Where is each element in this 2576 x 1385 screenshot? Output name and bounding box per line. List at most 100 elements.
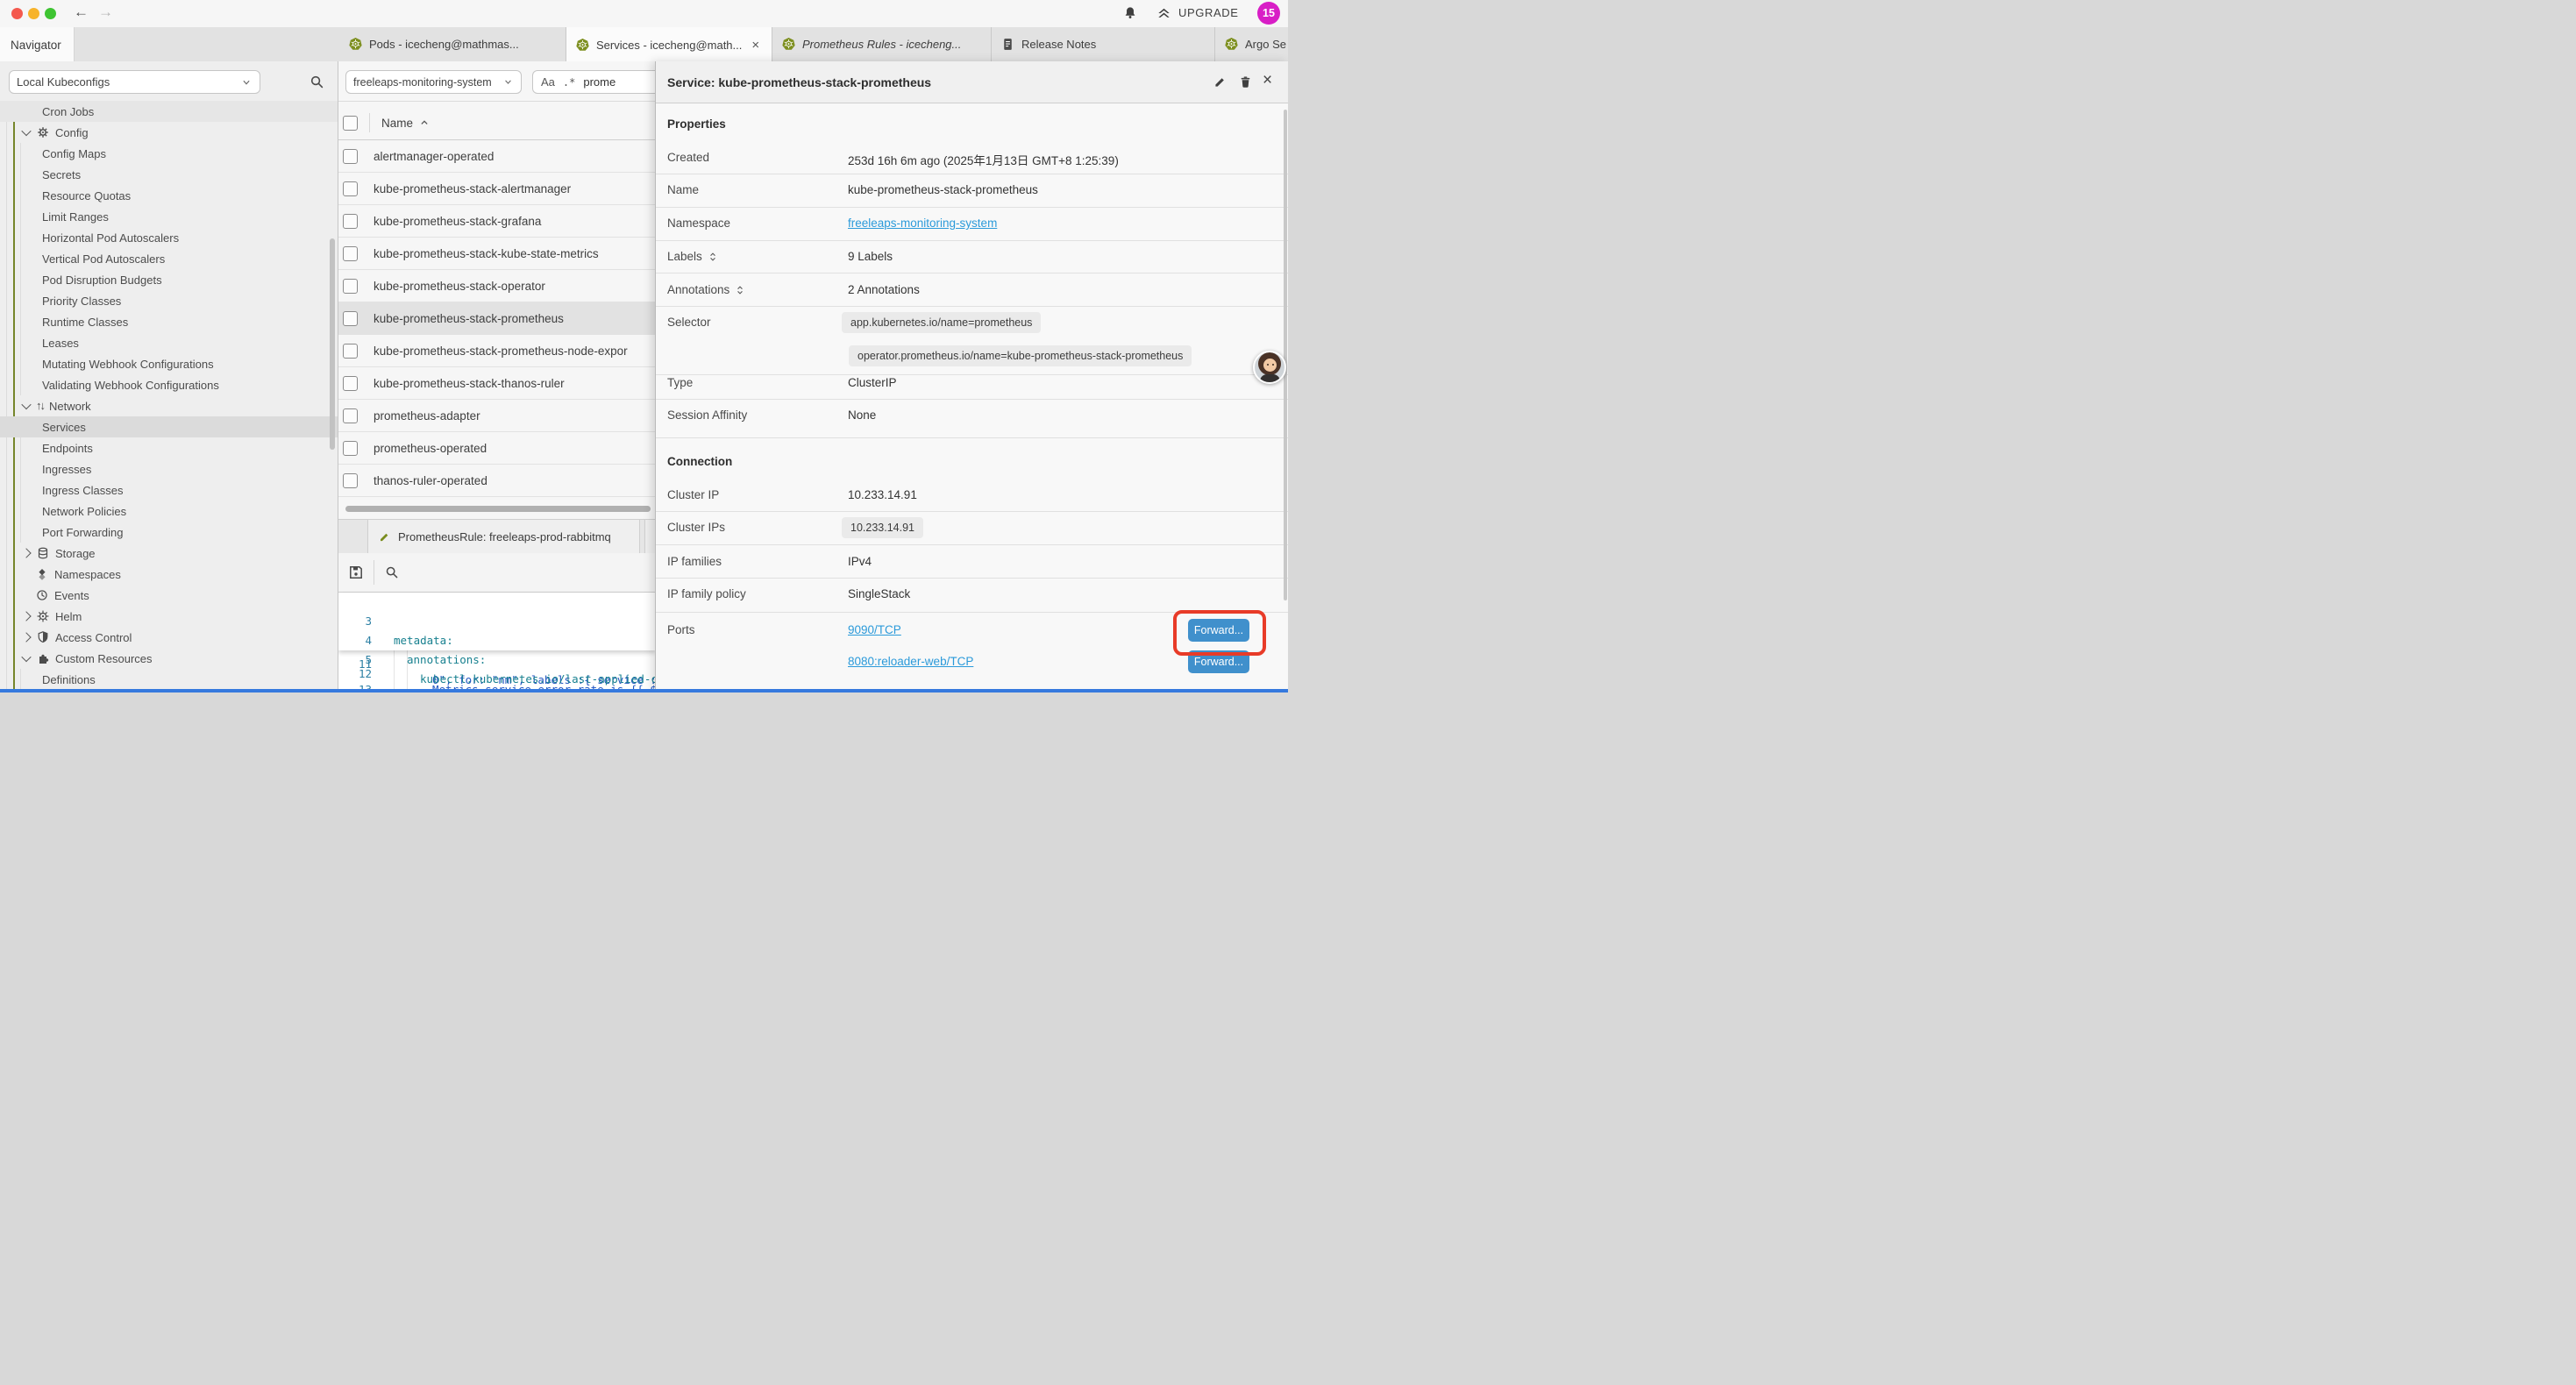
sidebar-item-pod-disruption-budgets[interactable]: Pod Disruption Budgets: [0, 269, 338, 290]
sidebar-item-secrets[interactable]: Secrets: [0, 164, 338, 185]
service-table: alertmanager-operated kube-prometheus-st…: [338, 140, 656, 497]
table-row[interactable]: kube-prometheus-stack-grafana: [338, 205, 656, 238]
chevron-right-icon: [21, 548, 31, 558]
upgrade-button[interactable]: UPGRADE: [1178, 6, 1239, 19]
sidebar-item-mutating-webhook-configurations[interactable]: Mutating Webhook Configurations: [0, 353, 338, 374]
table-row[interactable]: kube-prometheus-stack-alertmanager: [338, 173, 656, 205]
sidebar-item-config-maps[interactable]: Config Maps: [0, 143, 338, 164]
annotations-label: Annotations: [667, 283, 746, 296]
forward-button[interactable]: →: [98, 4, 113, 21]
expand-collapse-icon[interactable]: [734, 284, 746, 296]
table-row[interactable]: kube-prometheus-stack-operator: [338, 270, 656, 302]
sidebar-item-limit-ranges[interactable]: Limit Ranges: [0, 206, 338, 227]
sidebar-search-icon[interactable]: [309, 74, 325, 90]
sort-ascending-icon[interactable]: [418, 117, 431, 129]
sidebar-item-horizontal-pod-autoscalers[interactable]: Horizontal Pod Autoscalers: [0, 227, 338, 248]
table-row-selected[interactable]: kube-prometheus-stack-prometheus: [338, 302, 656, 335]
tab-pods[interactable]: Pods - icecheng@mathmas...: [339, 27, 566, 61]
sidebar-item-priority-classes[interactable]: Priority Classes: [0, 290, 338, 311]
column-header-name[interactable]: Name: [381, 117, 413, 130]
table-row[interactable]: kube-prometheus-stack-prometheus-node-ex…: [338, 335, 656, 367]
horizontal-scrollbar[interactable]: [345, 506, 651, 512]
detail-title: Service: kube-prometheus-stack-prometheu…: [667, 75, 931, 89]
sidebar-item-access-control[interactable]: Access Control: [0, 627, 338, 648]
sidebar-item-custom-resources[interactable]: Custom Resources: [0, 648, 338, 669]
editor-tab-prometheusrule[interactable]: PrometheusRule: freeleaps-prod-rabbitmq: [367, 520, 640, 554]
regex-icon[interactable]: .*: [563, 76, 575, 89]
yaml-editor[interactable]: 11 0", for: "nm", labels :{ service : 3 …: [338, 593, 656, 692]
minimize-window-button[interactable]: [28, 8, 39, 19]
properties-heading: Properties: [667, 117, 726, 131]
cluster-ip-value: 10.233.14.91: [848, 488, 917, 501]
sidebar-item-vertical-pod-autoscalers[interactable]: Vertical Pod Autoscalers: [0, 248, 338, 269]
sidebar-item-namespaces[interactable]: Namespaces: [0, 564, 338, 585]
row-checkbox[interactable]: [343, 473, 358, 488]
sidebar-item-config[interactable]: Config: [0, 122, 338, 143]
close-window-button[interactable]: [11, 8, 23, 19]
namespace-link[interactable]: freeleaps-monitoring-system: [848, 217, 997, 230]
sidebar-item-port-forwarding[interactable]: Port Forwarding: [0, 522, 338, 543]
navigator-panel-tab[interactable]: Navigator: [0, 27, 75, 62]
edit-pencil-icon[interactable]: [1213, 75, 1228, 89]
row-checkbox[interactable]: [343, 214, 358, 229]
row-checkbox[interactable]: [343, 344, 358, 359]
row-checkbox[interactable]: [343, 376, 358, 391]
maximize-window-button[interactable]: [45, 8, 56, 19]
sidebar-item-ingress-classes[interactable]: Ingress Classes: [0, 479, 338, 501]
kubernetes-icon: [575, 38, 590, 53]
tab-prometheus-rules[interactable]: Prometheus Rules - icecheng...: [772, 27, 992, 61]
match-case-icon[interactable]: Aa: [541, 75, 555, 89]
row-checkbox[interactable]: [343, 441, 358, 456]
sidebar-item-cron-jobs[interactable]: Cron Jobs: [0, 101, 338, 122]
tab-services[interactable]: Services - icecheng@math... ×: [566, 27, 772, 62]
sidebar-item-services[interactable]: Services: [0, 416, 338, 437]
resource-search-input[interactable]: Aa .* prome: [532, 70, 656, 94]
sidebar-item-network[interactable]: ↑↓ Network: [0, 395, 338, 416]
sidebar-item-leases[interactable]: Leases: [0, 332, 338, 353]
close-tab-icon[interactable]: ×: [751, 38, 759, 53]
row-checkbox[interactable]: [343, 181, 358, 196]
notification-count-badge[interactable]: 15: [1257, 2, 1280, 25]
sidebar-item-definitions[interactable]: Definitions: [0, 669, 338, 690]
detail-scrollbar[interactable]: [1284, 110, 1287, 600]
sidebar-item-resource-quotas[interactable]: Resource Quotas: [0, 185, 338, 206]
table-row[interactable]: prometheus-operated: [338, 432, 656, 465]
kubeconfig-selector[interactable]: Local Kubeconfigs: [9, 70, 260, 94]
editor-search-icon[interactable]: [384, 565, 400, 580]
table-row[interactable]: alertmanager-operated: [338, 140, 656, 173]
row-checkbox[interactable]: [343, 149, 358, 164]
table-row[interactable]: kube-prometheus-stack-thanos-ruler: [338, 367, 656, 400]
user-avatar[interactable]: [1253, 351, 1286, 384]
port-link-9090[interactable]: 9090/TCP: [848, 623, 901, 636]
sidebar-scrollbar[interactable]: [330, 238, 335, 450]
chevron-down-icon: [21, 400, 31, 409]
delete-trash-icon[interactable]: [1238, 75, 1253, 89]
table-row[interactable]: kube-prometheus-stack-kube-state-metrics: [338, 238, 656, 270]
row-checkbox[interactable]: [343, 246, 358, 261]
select-all-checkbox[interactable]: [343, 116, 358, 131]
save-icon[interactable]: [347, 564, 365, 581]
namespace-filter-dropdown[interactable]: freeleaps-monitoring-system: [345, 70, 522, 94]
notifications-bell-icon[interactable]: [1122, 5, 1138, 21]
connection-heading: Connection: [667, 455, 732, 468]
sidebar-item-network-policies[interactable]: Network Policies: [0, 501, 338, 522]
port-link-8080[interactable]: 8080:reloader-web/TCP: [848, 655, 973, 668]
row-checkbox[interactable]: [343, 408, 358, 423]
sidebar-item-storage[interactable]: Storage: [0, 543, 338, 564]
expand-collapse-icon[interactable]: [707, 251, 719, 263]
table-row[interactable]: thanos-ruler-operated: [338, 465, 656, 497]
tab-release-notes[interactable]: Release Notes: [992, 27, 1215, 61]
sidebar-item-validating-webhook-configurations[interactable]: Validating Webhook Configurations: [0, 374, 338, 395]
sidebar-item-events[interactable]: Events: [0, 585, 338, 606]
sidebar-item-helm[interactable]: Helm: [0, 606, 338, 627]
row-checkbox[interactable]: [343, 279, 358, 294]
table-row[interactable]: prometheus-adapter: [338, 400, 656, 432]
sidebar-item-ingresses[interactable]: Ingresses: [0, 458, 338, 479]
tab-argo[interactable]: Argo Se: [1215, 27, 1288, 61]
sidebar-item-endpoints[interactable]: Endpoints: [0, 437, 338, 458]
close-panel-icon[interactable]: ×: [1263, 71, 1277, 86]
sidebar-item-runtime-classes[interactable]: Runtime Classes: [0, 311, 338, 332]
chevron-down-icon: [502, 76, 514, 88]
row-checkbox[interactable]: [343, 311, 358, 326]
back-button[interactable]: ←: [74, 4, 89, 21]
